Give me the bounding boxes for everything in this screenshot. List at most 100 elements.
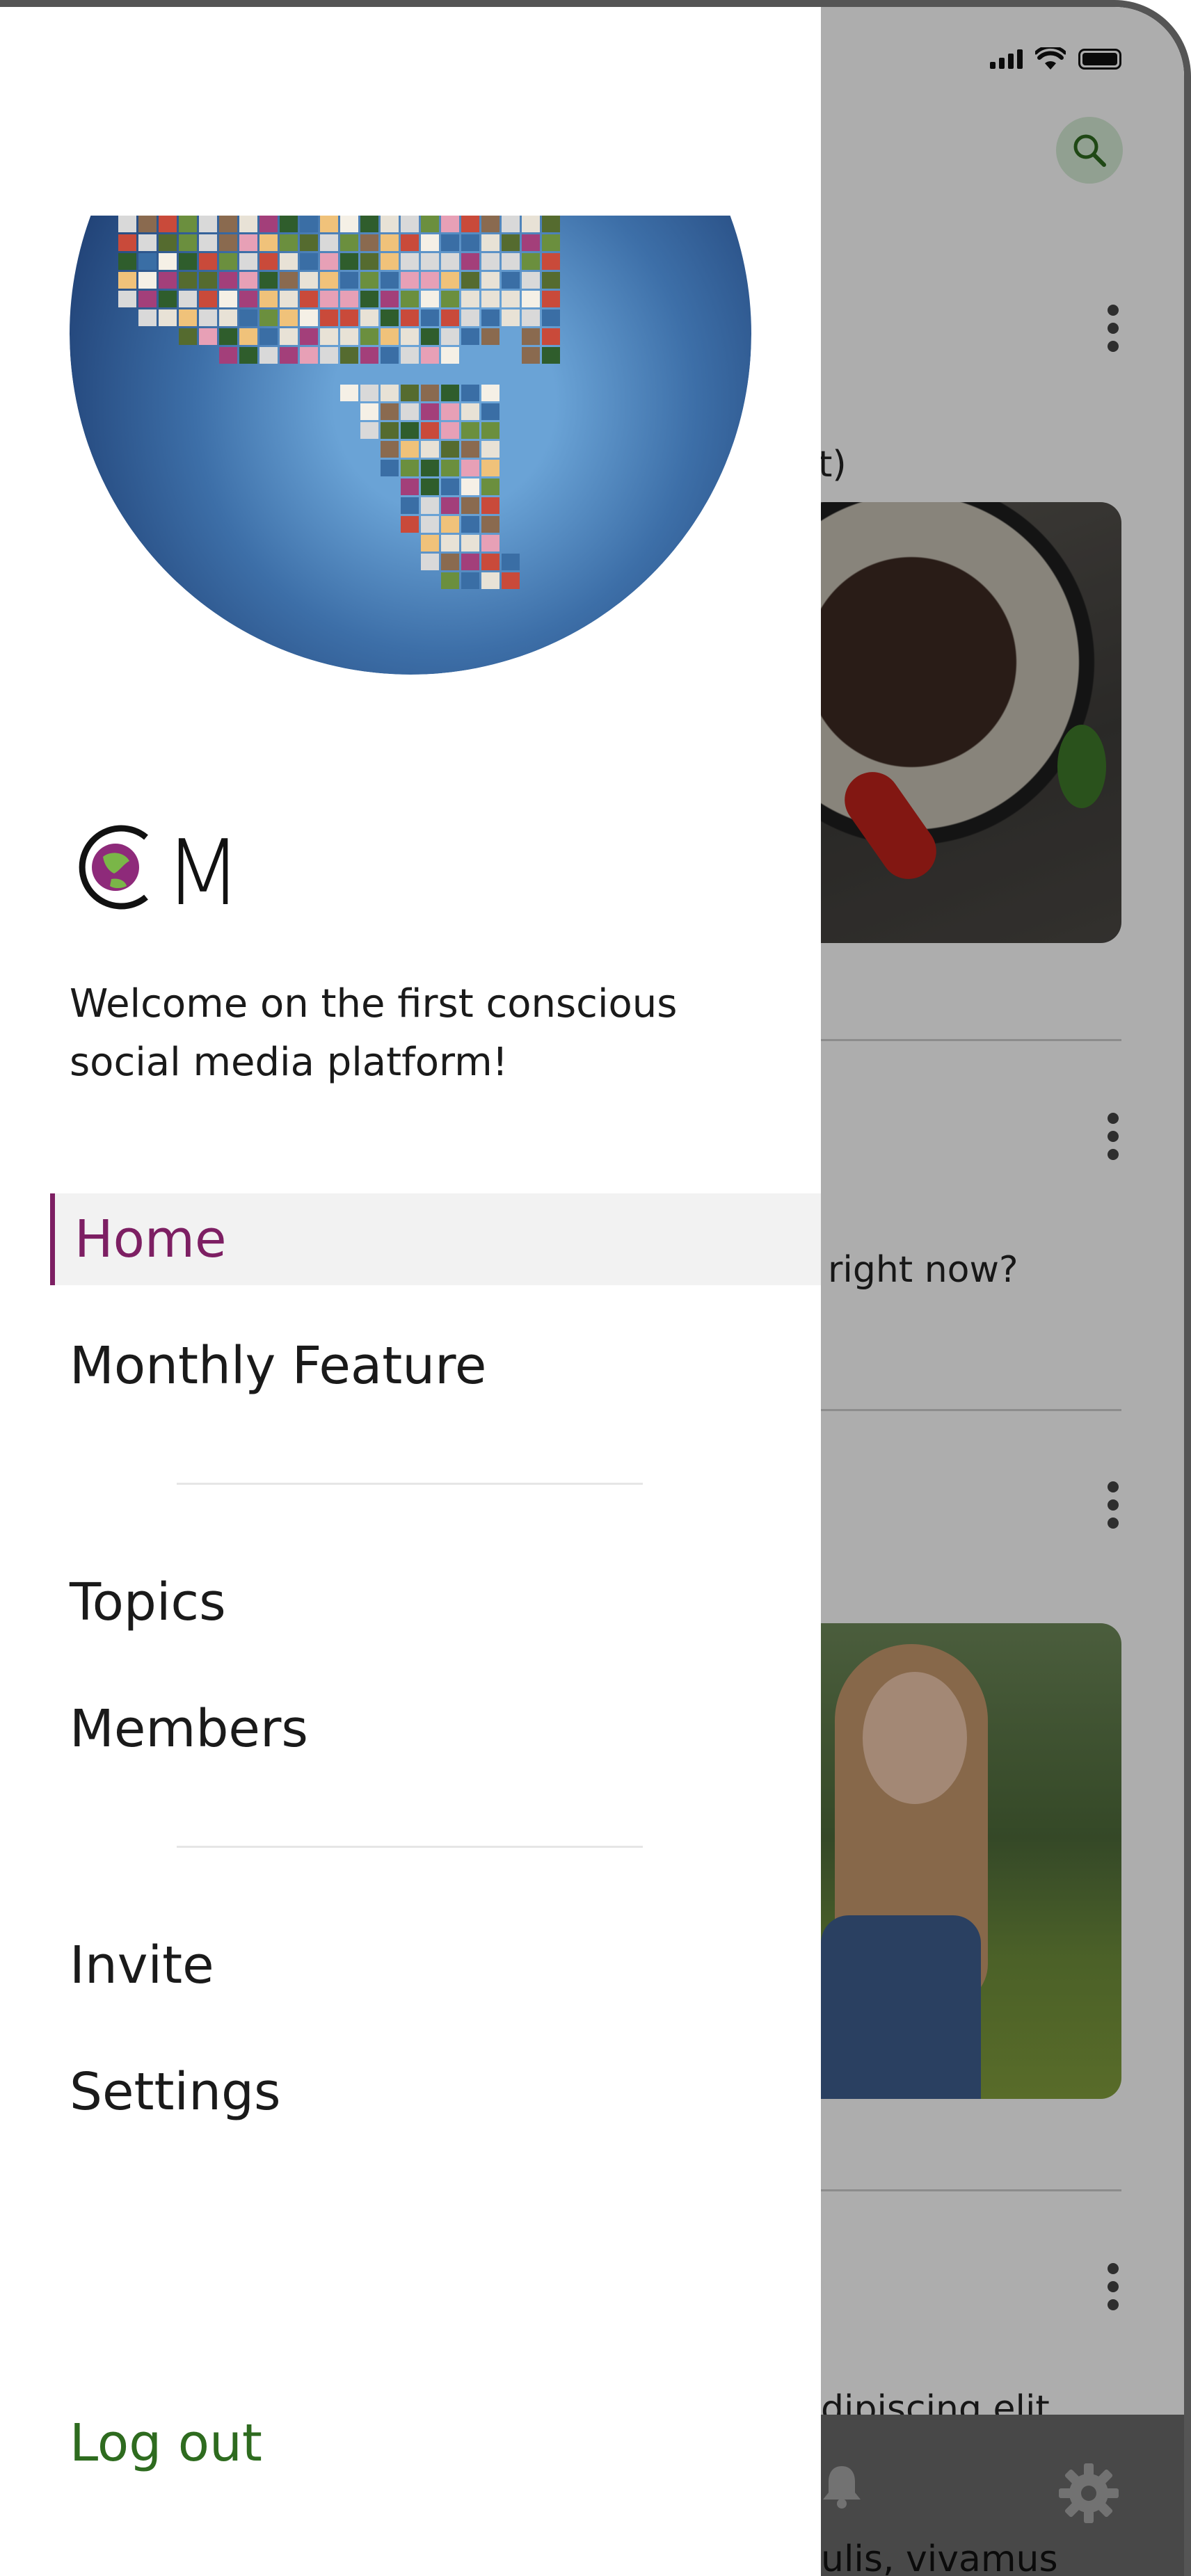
collage-tile (340, 328, 358, 345)
collage-tile (401, 403, 419, 420)
logout-button[interactable]: Log out (70, 2413, 262, 2473)
collage-tile (542, 253, 560, 270)
collage-tile (199, 253, 217, 270)
collage-tile (239, 272, 257, 289)
collage-tile (199, 216, 217, 232)
collage-tile (461, 478, 479, 495)
collage-tile (118, 234, 136, 251)
collage-tile (179, 328, 197, 345)
collage-tile (138, 309, 157, 326)
collage-tile (481, 460, 499, 476)
nav-item-label: Topics (70, 1572, 226, 1632)
phone-frame: t) right now? dipiscing elit ulis, vivam… (0, 0, 1191, 2576)
nav-item-label: Home (74, 1209, 227, 1269)
collage-tile (421, 422, 439, 439)
collage-tile (401, 309, 419, 326)
collage-tile (259, 328, 278, 345)
collage-tile (259, 272, 278, 289)
nav-item-settings[interactable]: Settings (0, 2046, 821, 2138)
collage-tile (138, 272, 157, 289)
collage-tile (441, 572, 459, 589)
collage-tile (340, 291, 358, 307)
collage-tile (441, 478, 459, 495)
collage-tile (461, 460, 479, 476)
collage-tile (300, 272, 318, 289)
nav-item-home[interactable]: Home (50, 1193, 821, 1285)
collage-tile (118, 291, 136, 307)
collage-tile (421, 234, 439, 251)
collage-tile (441, 328, 459, 345)
collage-tile (360, 385, 378, 401)
collage-tile (461, 516, 479, 533)
collage-tile (300, 253, 318, 270)
collage-tile (522, 291, 540, 307)
collage-tile (502, 309, 520, 326)
collage-tile (280, 347, 298, 364)
collage-tile (441, 385, 459, 401)
collage-tile (522, 309, 540, 326)
collage-tile (461, 216, 479, 232)
collage-tile (159, 272, 177, 289)
collage-tile (340, 272, 358, 289)
collage-tile (441, 291, 459, 307)
collage-tile (300, 291, 318, 307)
collage-tile (441, 497, 459, 514)
collage-tile (381, 460, 399, 476)
collage-tile (179, 216, 197, 232)
collage-tile (421, 497, 439, 514)
collage-tile (360, 422, 378, 439)
nav-item-topics[interactable]: Topics (0, 1556, 821, 1648)
collage-tile (481, 441, 499, 458)
collage-tile (280, 253, 298, 270)
collage-tile (461, 253, 479, 270)
collage-tile (360, 309, 378, 326)
collage-tile (502, 253, 520, 270)
collage-tile (199, 291, 217, 307)
collage-tile (481, 516, 499, 533)
collage-tile (259, 253, 278, 270)
collage-tile (381, 272, 399, 289)
collage-tile (138, 216, 157, 232)
collage-tile (340, 234, 358, 251)
collage-tile (441, 309, 459, 326)
collage-tile (441, 516, 459, 533)
collage-tile (219, 234, 237, 251)
collage-tile (481, 291, 499, 307)
collage-tile (481, 478, 499, 495)
collage-tile (179, 272, 197, 289)
collage-tile (481, 422, 499, 439)
collage-tile (219, 216, 237, 232)
collage-tile (401, 441, 419, 458)
collage-tile (320, 272, 338, 289)
collage-tile (401, 234, 419, 251)
collage-tile (401, 385, 419, 401)
collage-tile (542, 309, 560, 326)
collage-tile (401, 272, 419, 289)
collage-tile (259, 291, 278, 307)
collage-tile (239, 291, 257, 307)
collage-tile (259, 216, 278, 232)
collage-tile (461, 554, 479, 570)
collage-tile (300, 216, 318, 232)
collage-tile (381, 328, 399, 345)
collage-tile (179, 253, 197, 270)
collage-tile (381, 234, 399, 251)
collage-tile (340, 309, 358, 326)
collage-tile (481, 216, 499, 232)
collage-tile (199, 309, 217, 326)
collage-tile (441, 554, 459, 570)
nav-item-label: Invite (70, 1935, 214, 1995)
nav-item-members[interactable]: Members (0, 1683, 821, 1775)
nav-item-invite[interactable]: Invite (0, 1919, 821, 2011)
collage-tile (542, 291, 560, 307)
collage-tile (441, 460, 459, 476)
collage-tile (179, 309, 197, 326)
collage-tile (461, 385, 479, 401)
collage-tile (138, 253, 157, 270)
collage-tile (280, 234, 298, 251)
collage-tile (199, 234, 217, 251)
nav-item-monthly-feature[interactable]: Monthly Feature (0, 1320, 821, 1412)
collage-tile (461, 535, 479, 552)
collage-tile (401, 347, 419, 364)
collage-tile (320, 328, 338, 345)
